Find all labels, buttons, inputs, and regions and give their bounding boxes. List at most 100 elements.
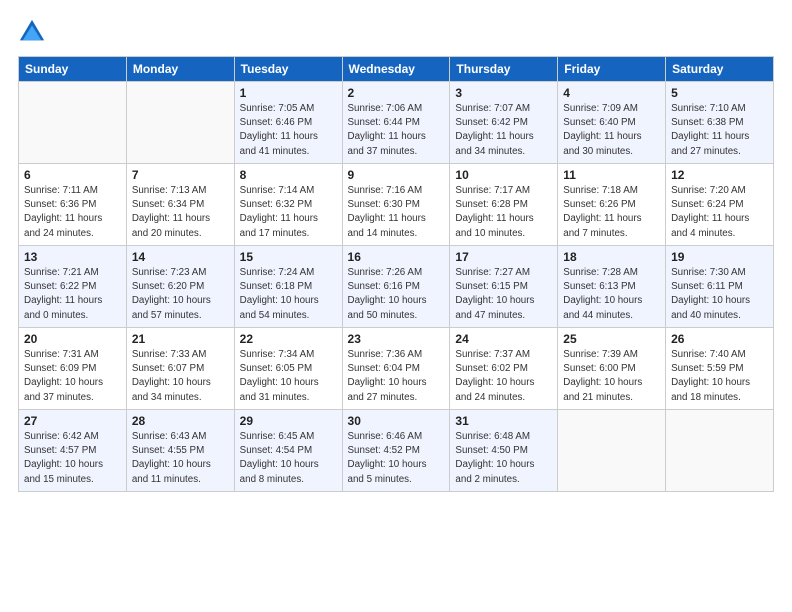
calendar-day-cell: 5 Sunrise: 7:10 AMSunset: 6:38 PMDaylight… [666, 82, 774, 164]
day-info: Sunrise: 7:14 AMSunset: 6:32 PMDaylight:… [240, 184, 337, 241]
day-info: Sunrise: 7:05 AMSunset: 6:46 PMDaylight:… [240, 102, 337, 159]
day-info: Sunrise: 7:23 AMSunset: 6:20 PMDaylight:… [132, 266, 229, 323]
calendar-day-cell: 2 Sunrise: 7:06 AMSunset: 6:44 PMDaylight… [342, 82, 450, 164]
calendar-empty-cell [19, 82, 127, 164]
day-number: 31 [455, 414, 552, 428]
calendar-day-cell: 4 Sunrise: 7:09 AMSunset: 6:40 PMDaylight… [558, 82, 666, 164]
day-info: Sunrise: 7:27 AMSunset: 6:15 PMDaylight:… [455, 266, 552, 323]
weekday-header: Saturday [666, 57, 774, 82]
day-number: 2 [348, 86, 445, 100]
calendar-empty-cell [558, 410, 666, 492]
day-number: 9 [348, 168, 445, 182]
day-info: Sunrise: 7:18 AMSunset: 6:26 PMDaylight:… [563, 184, 660, 241]
calendar-empty-cell [126, 82, 234, 164]
calendar-day-cell: 22 Sunrise: 7:34 AMSunset: 6:05 PMDayligh… [234, 328, 342, 410]
day-info: Sunrise: 7:11 AMSunset: 6:36 PMDaylight:… [24, 184, 121, 241]
page: SundayMondayTuesdayWednesdayThursdayFrid… [0, 0, 792, 612]
day-info: Sunrise: 7:07 AMSunset: 6:42 PMDaylight:… [455, 102, 552, 159]
day-number: 6 [24, 168, 121, 182]
day-number: 11 [563, 168, 660, 182]
day-info: Sunrise: 7:20 AMSunset: 6:24 PMDaylight:… [671, 184, 768, 241]
day-info: Sunrise: 7:28 AMSunset: 6:13 PMDaylight:… [563, 266, 660, 323]
calendar-day-cell: 3 Sunrise: 7:07 AMSunset: 6:42 PMDaylight… [450, 82, 558, 164]
weekday-header: Friday [558, 57, 666, 82]
header [18, 18, 774, 46]
calendar-empty-cell [666, 410, 774, 492]
day-number: 3 [455, 86, 552, 100]
day-info: Sunrise: 6:45 AMSunset: 4:54 PMDaylight:… [240, 430, 337, 487]
day-info: Sunrise: 7:31 AMSunset: 6:09 PMDaylight:… [24, 348, 121, 405]
day-info: Sunrise: 6:42 AMSunset: 4:57 PMDaylight:… [24, 430, 121, 487]
day-info: Sunrise: 7:37 AMSunset: 6:02 PMDaylight:… [455, 348, 552, 405]
calendar-day-cell: 7 Sunrise: 7:13 AMSunset: 6:34 PMDaylight… [126, 164, 234, 246]
calendar-day-cell: 15 Sunrise: 7:24 AMSunset: 6:18 PMDayligh… [234, 246, 342, 328]
day-number: 27 [24, 414, 121, 428]
calendar-table: SundayMondayTuesdayWednesdayThursdayFrid… [18, 56, 774, 492]
calendar-day-cell: 14 Sunrise: 7:23 AMSunset: 6:20 PMDayligh… [126, 246, 234, 328]
calendar-day-cell: 17Sunrise: 7:27 AMSunset: 6:15 PMDayligh… [450, 246, 558, 328]
calendar-day-cell: 10 Sunrise: 7:17 AMSunset: 6:28 PMDayligh… [450, 164, 558, 246]
day-number: 18 [563, 250, 660, 264]
calendar-day-cell: 9 Sunrise: 7:16 AMSunset: 6:30 PMDaylight… [342, 164, 450, 246]
day-info: Sunrise: 7:34 AMSunset: 6:05 PMDaylight:… [240, 348, 337, 405]
day-number: 20 [24, 332, 121, 346]
day-info: Sunrise: 7:09 AMSunset: 6:40 PMDaylight:… [563, 102, 660, 159]
day-info: Sunrise: 7:40 AMSunset: 5:59 PMDaylight:… [671, 348, 768, 405]
day-info: Sunrise: 7:16 AMSunset: 6:30 PMDaylight:… [348, 184, 445, 241]
day-number: 5 [671, 86, 768, 100]
weekday-header: Thursday [450, 57, 558, 82]
day-number: 26 [671, 332, 768, 346]
calendar-day-cell: 13Sunrise: 7:21 AMSunset: 6:22 PMDayligh… [19, 246, 127, 328]
day-number: 10 [455, 168, 552, 182]
day-number: 21 [132, 332, 229, 346]
calendar-day-cell: 20 Sunrise: 7:31 AMSunset: 6:09 PMDayligh… [19, 328, 127, 410]
day-info: Sunrise: 7:17 AMSunset: 6:28 PMDaylight:… [455, 184, 552, 241]
calendar-day-cell: 30 Sunrise: 6:46 AMSunset: 4:52 PMDayligh… [342, 410, 450, 492]
calendar-day-cell: 27 Sunrise: 6:42 AMSunset: 4:57 PMDayligh… [19, 410, 127, 492]
day-info: Sunrise: 7:10 AMSunset: 6:38 PMDaylight:… [671, 102, 768, 159]
weekday-header: Tuesday [234, 57, 342, 82]
calendar-day-cell: 24Sunrise: 7:37 AMSunset: 6:02 PMDayligh… [450, 328, 558, 410]
day-info: Sunrise: 7:24 AMSunset: 6:18 PMDaylight:… [240, 266, 337, 323]
calendar-day-cell: 23 Sunrise: 7:36 AMSunset: 6:04 PMDayligh… [342, 328, 450, 410]
day-info: Sunrise: 7:30 AMSunset: 6:11 PMDaylight:… [671, 266, 768, 323]
day-number: 28 [132, 414, 229, 428]
day-info: Sunrise: 7:33 AMSunset: 6:07 PMDaylight:… [132, 348, 229, 405]
calendar-day-cell: 6 Sunrise: 7:11 AMSunset: 6:36 PMDaylight… [19, 164, 127, 246]
calendar-day-cell: 19 Sunrise: 7:30 AMSunset: 6:11 PMDayligh… [666, 246, 774, 328]
calendar-day-cell: 29Sunrise: 6:45 AMSunset: 4:54 PMDayligh… [234, 410, 342, 492]
day-number: 1 [240, 86, 337, 100]
calendar-day-cell: 12 Sunrise: 7:20 AMSunset: 6:24 PMDayligh… [666, 164, 774, 246]
day-number: 25 [563, 332, 660, 346]
calendar-day-cell: 31 Sunrise: 6:48 AMSunset: 4:50 PMDayligh… [450, 410, 558, 492]
day-number: 16 [348, 250, 445, 264]
day-number: 23 [348, 332, 445, 346]
weekday-header: Wednesday [342, 57, 450, 82]
day-info: Sunrise: 7:36 AMSunset: 6:04 PMDaylight:… [348, 348, 445, 405]
day-number: 8 [240, 168, 337, 182]
day-number: 4 [563, 86, 660, 100]
day-number: 15 [240, 250, 337, 264]
day-number: 12 [671, 168, 768, 182]
calendar-day-cell: 8 Sunrise: 7:14 AMSunset: 6:32 PMDaylight… [234, 164, 342, 246]
calendar-day-cell: 21 Sunrise: 7:33 AMSunset: 6:07 PMDayligh… [126, 328, 234, 410]
day-number: 14 [132, 250, 229, 264]
day-info: Sunrise: 7:39 AMSunset: 6:00 PMDaylight:… [563, 348, 660, 405]
day-number: 19 [671, 250, 768, 264]
calendar-day-cell: 28 Sunrise: 6:43 AMSunset: 4:55 PMDayligh… [126, 410, 234, 492]
calendar-day-cell: 18 Sunrise: 7:28 AMSunset: 6:13 PMDayligh… [558, 246, 666, 328]
day-info: Sunrise: 6:48 AMSunset: 4:50 PMDaylight:… [455, 430, 552, 487]
day-number: 30 [348, 414, 445, 428]
day-number: 7 [132, 168, 229, 182]
day-info: Sunrise: 7:06 AMSunset: 6:44 PMDaylight:… [348, 102, 445, 159]
calendar-day-cell: 11 Sunrise: 7:18 AMSunset: 6:26 PMDayligh… [558, 164, 666, 246]
day-number: 13 [24, 250, 121, 264]
day-info: Sunrise: 7:13 AMSunset: 6:34 PMDaylight:… [132, 184, 229, 241]
calendar-day-cell: 25 Sunrise: 7:39 AMSunset: 6:00 PMDayligh… [558, 328, 666, 410]
day-number: 22 [240, 332, 337, 346]
logo-icon [18, 18, 46, 46]
calendar-day-cell: 16Sunrise: 7:26 AMSunset: 6:16 PMDayligh… [342, 246, 450, 328]
calendar-day-cell: 1 Sunrise: 7:05 AMSunset: 6:46 PMDaylight… [234, 82, 342, 164]
day-info: Sunrise: 6:46 AMSunset: 4:52 PMDaylight:… [348, 430, 445, 487]
day-info: Sunrise: 6:43 AMSunset: 4:55 PMDaylight:… [132, 430, 229, 487]
